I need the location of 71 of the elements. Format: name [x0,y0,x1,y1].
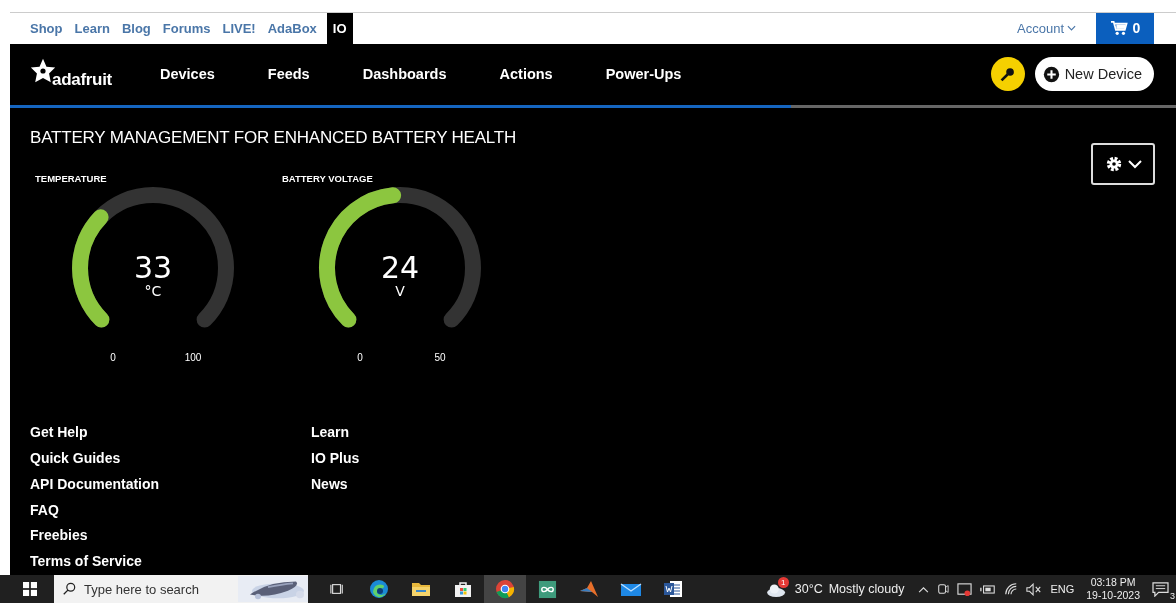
dashboard-title: BATTERY MANAGEMENT FOR ENHANCED BATTERY HEALTH [30,128,517,149]
nav-link[interactable]: Actions [499,66,553,83]
top-nav-link[interactable]: AdaBox [261,13,323,44]
footer-link[interactable]: Quick Guides [30,446,311,472]
nav-link[interactable]: Feeds [267,66,310,83]
adafruit-logo[interactable]: adafruit [30,58,112,91]
footer-link[interactable]: Learn [311,420,592,447]
footer-link[interactable]: Freebies [30,523,311,550]
edge-icon [369,579,389,599]
settings-icon [1104,155,1123,174]
chevron-up-icon[interactable] [918,585,930,593]
peak-icon [579,579,599,599]
wifi-icon[interactable] [1004,582,1019,596]
top-nav-link[interactable]: Forums [156,13,217,44]
top-nav-link[interactable]: Learn [68,13,116,44]
footer-link[interactable]: IO Plus [311,446,592,472]
screen-icon[interactable] [957,581,973,597]
footer-link[interactable]: Terms of Service [30,549,311,575]
infinity-icon [537,579,557,599]
footer-link[interactable]: FAQ [30,497,311,524]
folder-icon [411,581,431,597]
cart-button[interactable]: 0 [1096,13,1154,44]
footer-link[interactable]: API Documentation [30,471,311,498]
battery-icon[interactable] [980,583,997,595]
key-button[interactable] [990,57,1025,92]
chevron-down-icon [1067,25,1076,32]
meet-icon[interactable] [937,582,950,596]
gauge-label: TEMPERATURE [35,173,108,185]
gauge-min: 0 [357,352,363,364]
gauge-max: 50 [434,352,446,364]
shopping-bag-icon [454,580,472,598]
clock-time[interactable]: 03:18 PM [1090,576,1136,589]
chrome-app-button[interactable] [484,575,526,603]
settings-button[interactable] [1091,143,1155,186]
gauge-value: 33 [133,250,173,286]
gauge-value: 24 [380,250,420,286]
nav-link[interactable]: Dashboards [362,66,447,83]
document-icon [663,580,683,598]
task-view-icon [330,582,344,596]
windows-icon [23,582,37,596]
top-nav-link[interactable]: Blog [115,13,157,44]
new-device-button[interactable]: New Device [1034,57,1154,92]
cart-icon [1109,20,1128,37]
speaker-muted-icon[interactable] [1026,582,1043,596]
taskbar-search-field[interactable]: Type here to search [54,575,308,603]
gauge-label: BATTERY VOLTAGE [282,173,374,185]
gauge-unit: V [395,283,405,300]
account-menu[interactable]: Account [1017,13,1076,44]
footer-link[interactable]: Get Help [30,420,311,447]
weather-alert-badge: 1 [777,577,789,588]
gauge-unit: °C [144,283,162,300]
nav-link[interactable]: Devices [159,66,215,83]
chevron-down-icon [1127,159,1142,169]
language-indicator[interactable]: ENG [1050,583,1075,595]
nav-link[interactable]: Power-Ups [605,66,682,83]
search-icon [62,582,76,596]
key-icon [999,65,1017,83]
top-nav-link[interactable]: LIVE! [216,13,262,44]
clock-date[interactable]: 19-10-2023 [1086,589,1140,602]
weather-temperature: 30°C [794,582,823,596]
footer-link[interactable]: News [311,471,592,498]
top-nav-link[interactable]: IO [326,13,353,44]
gauge-max: 100 [184,352,202,364]
search-input[interactable]: Type here to search [82,580,216,598]
weather-widget[interactable]: 1 30°C Mostly cloudy [764,580,905,598]
chrome-icon [495,579,515,599]
gauge-min: 0 [110,352,116,364]
plus-circle-icon [1042,65,1060,83]
weather-condition: Mostly cloudy [828,582,905,596]
mail-icon [620,581,642,597]
top-nav-link[interactable]: Shop [24,13,69,44]
